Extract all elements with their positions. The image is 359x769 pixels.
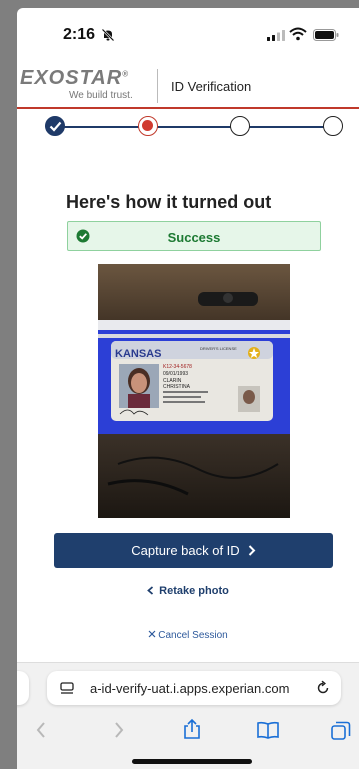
reload-icon[interactable] <box>315 680 331 696</box>
check-icon <box>49 121 62 132</box>
id-license-label: DRIVER'S LICENSE <box>200 346 237 351</box>
home-indicator <box>132 759 252 764</box>
id-license-number: K12-34-5678 <box>163 364 192 370</box>
success-banner: Success <box>67 221 321 251</box>
capture-button-label: Capture back of ID <box>131 543 240 558</box>
step-4 <box>323 116 343 136</box>
id-dob: 09/01/1993 <box>163 371 188 377</box>
drivers-license-card: KANSAS DRIVER'S LICENSE K12-34-5678 09/0… <box>111 341 273 421</box>
capture-back-button[interactable]: Capture back of ID <box>54 533 333 568</box>
browser-toolbar <box>17 718 359 751</box>
phone-screen: 2:16 EXOSTAR® We build trust. ID Verific… <box>17 8 359 769</box>
chevron-right-icon <box>248 545 256 556</box>
logo-registered-mark: ® <box>122 69 130 79</box>
stepper-line <box>62 126 327 128</box>
step-2-active <box>138 116 158 136</box>
share-icon[interactable] <box>183 718 201 740</box>
battery-icon <box>313 29 339 41</box>
page-icon[interactable] <box>60 682 74 695</box>
cancel-session-label: Cancel Session <box>158 630 228 641</box>
back-icon[interactable] <box>35 721 47 739</box>
address-bar[interactable]: a-id-verify-uat.i.apps.experian.com <box>47 671 341 705</box>
step-3 <box>230 116 250 136</box>
page-title: ID Verification <box>171 79 252 94</box>
forward-icon[interactable] <box>113 721 125 739</box>
wifi-icon <box>289 27 307 41</box>
retake-photo-label: Retake photo <box>159 585 229 597</box>
tabs-icon[interactable] <box>331 721 351 741</box>
id-given-name: CHRISTINA <box>163 384 191 390</box>
bell-off-icon <box>101 28 115 42</box>
step-1-complete <box>45 116 65 136</box>
logo-text: EXOSTAR <box>20 67 123 89</box>
signal-icon <box>267 30 285 41</box>
header-rule <box>17 107 359 109</box>
exostar-logo: EXOSTAR® <box>20 67 129 90</box>
url-text[interactable]: a-id-verify-uat.i.apps.experian.com <box>90 681 289 696</box>
browser-bar: a-id-verify-uat.i.apps.experian.com <box>17 662 359 769</box>
status-time: 2:16 <box>63 26 96 43</box>
result-heading: Here's how it turned out <box>66 192 272 212</box>
progress-stepper <box>17 114 359 140</box>
retake-photo-link[interactable]: Retake photo <box>17 585 359 597</box>
app-header: EXOSTAR® We build trust. ID Verification <box>17 60 359 110</box>
cancel-session-link[interactable]: Cancel Session <box>17 630 359 641</box>
device-frame: 2:16 EXOSTAR® We build trust. ID Verific… <box>0 0 359 769</box>
success-text: Success <box>167 230 221 245</box>
close-icon <box>148 630 156 638</box>
chevron-left-icon <box>147 586 154 595</box>
captured-id-photo: KANSAS DRIVER'S LICENSE K12-34-5678 09/0… <box>98 264 290 518</box>
id-photo-image: KANSAS DRIVER'S LICENSE K12-34-5678 09/0… <box>98 264 290 518</box>
previous-tab-pill[interactable] <box>17 671 29 705</box>
id-state-label: KANSAS <box>115 348 161 360</box>
bookmarks-icon[interactable] <box>257 721 279 739</box>
status-bar: 2:16 <box>17 8 359 60</box>
header-divider <box>157 69 158 103</box>
logo-tagline: We build trust. <box>69 90 133 101</box>
